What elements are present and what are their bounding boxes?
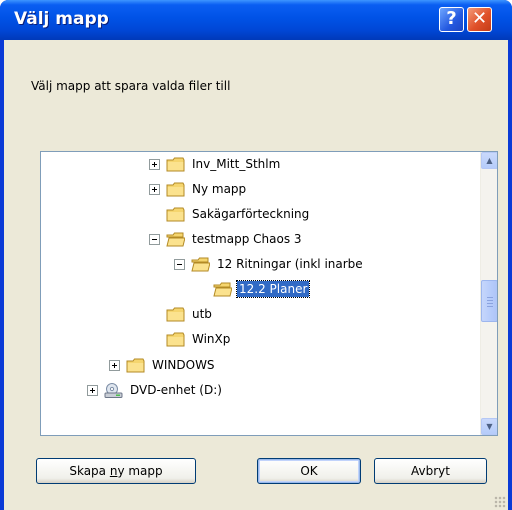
tree-item[interactable]: utb [149,304,214,324]
dialog-body: Välj mapp att spara valda filer till Inv… [4,40,508,510]
tree-item-selected[interactable]: 12.2 Planer [213,279,311,299]
title-bar[interactable]: Välj mapp ? ✕ [0,0,512,40]
expand-icon[interactable] [87,384,98,396]
folder-closed-icon [166,182,185,196]
tree-item[interactable]: Ny mapp [149,179,248,199]
tree-item-label: DVD-enhet (D:) [130,383,222,397]
tree-item-label: testmapp Chaos 3 [192,232,302,246]
tree-item[interactable]: WINDOWS [109,355,217,375]
scroll-up-button[interactable]: ▲ [481,152,497,169]
tree-item[interactable]: 12 Ritningar (inkl inarbe [174,254,365,274]
folder-tree[interactable]: Inv_Mitt_Sthlm Ny mapp Sakägarförtecknin… [40,151,498,436]
tree-item[interactable]: WinXp [149,329,232,349]
tree-item[interactable]: DVD-enhet (D:) [87,380,224,400]
tree-item-label: Sakägarförteckning [192,207,310,221]
folder-closed-icon [166,157,185,171]
folder-open-icon [166,232,185,246]
tree-item-label: Inv_Mitt_Sthlm [192,157,281,171]
tree-item-label: WinXp [192,332,231,346]
prompt-text: Välj mapp att spara valda filer till [31,79,231,93]
close-button[interactable]: ✕ [467,7,492,32]
tree-item[interactable]: testmapp Chaos 3 [149,229,304,249]
dialog-window: Välj mapp ? ✕ Välj mapp att spara valda … [0,0,512,510]
tree-item-label: WINDOWS [152,358,215,372]
folder-closed-icon [166,332,185,346]
folder-open-icon [191,257,210,271]
folder-closed-icon [166,207,185,221]
new-folder-button[interactable]: Skapa ny mapp [36,458,196,484]
tree-item-label: 12 Ritningar (inkl inarbe [217,257,363,271]
folder-open-icon [213,282,232,296]
dvd-drive-icon [104,382,123,398]
scroll-thumb[interactable] [481,280,497,322]
tree-item-label: utb [192,307,212,321]
tree-item[interactable]: Sakägarförteckning [149,204,311,224]
scroll-down-button[interactable]: ▼ [481,418,497,435]
help-button[interactable]: ? [439,7,464,32]
folder-closed-icon [166,307,185,321]
cancel-button[interactable]: Avbryt [374,458,487,484]
ok-button[interactable]: OK [257,458,361,484]
folder-closed-icon [126,358,145,372]
resize-grip[interactable] [494,496,506,508]
expand-icon[interactable] [149,158,160,170]
vertical-scrollbar[interactable]: ▲ ▼ [480,152,497,435]
tree-item-label: 12.2 Planer [235,280,311,298]
tree-item[interactable]: Inv_Mitt_Sthlm [149,154,282,174]
expand-icon[interactable] [109,359,120,371]
tree-item-label: Ny mapp [192,182,247,196]
collapse-icon[interactable] [174,258,185,270]
collapse-icon[interactable] [149,233,160,245]
expand-icon[interactable] [149,183,160,195]
window-title: Välj mapp [14,9,109,29]
